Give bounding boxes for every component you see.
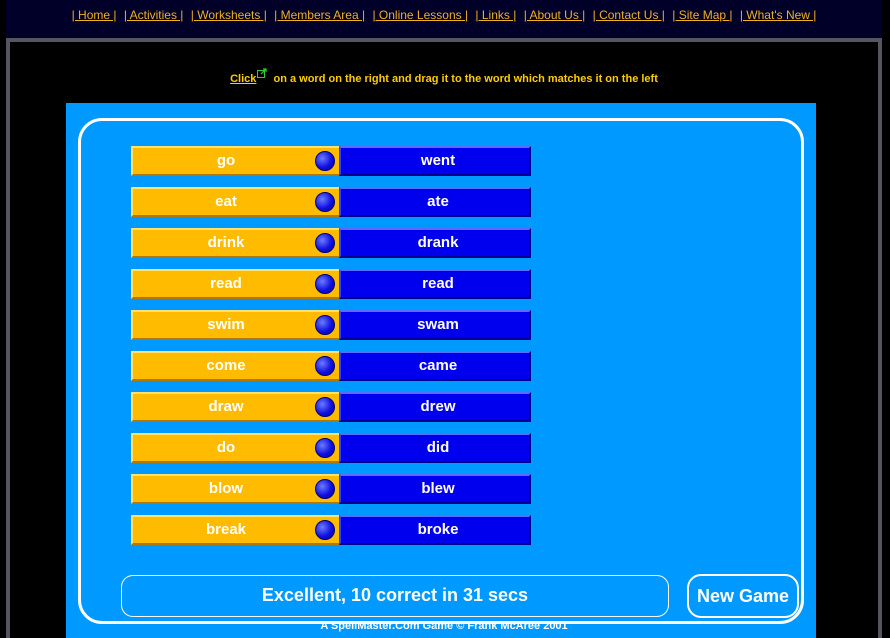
connector-knob-icon	[315, 274, 335, 294]
nav-link-about-us[interactable]: | About Us |	[524, 8, 586, 22]
word-pair: read read	[131, 269, 531, 299]
connector-knob-icon	[315, 438, 335, 458]
right-word-tile[interactable]: came	[339, 351, 531, 381]
click-link[interactable]: Click	[230, 73, 256, 85]
right-word-tile[interactable]: drank	[339, 228, 531, 258]
connector-knob-icon	[315, 479, 335, 499]
left-word-tile: swim	[131, 310, 341, 340]
frame-left-border	[6, 42, 10, 638]
right-word-tile[interactable]: ate	[339, 187, 531, 217]
word-pair: draw drew	[131, 392, 531, 422]
word-pair: eat ate	[131, 187, 531, 217]
left-word-tile: read	[131, 269, 341, 299]
word-pair: break broke	[131, 515, 531, 545]
left-word-tile: draw	[131, 392, 341, 422]
right-word-tile[interactable]: drew	[339, 392, 531, 422]
nav-link-home[interactable]: | Home |	[72, 8, 117, 22]
instruction-rest: on a word on the right and drag it to th…	[273, 73, 658, 85]
nav-link-site-map[interactable]: | Site Map |	[672, 8, 732, 22]
word-pair: go went	[131, 146, 531, 176]
left-word-tile: do	[131, 433, 341, 463]
word-pair: drink drank	[131, 228, 531, 258]
right-word-tile[interactable]: did	[339, 433, 531, 463]
nav-link-whats-new[interactable]: | What's New |	[740, 8, 817, 22]
word-pair: do did	[131, 433, 531, 463]
top-navigation: | Home | | Activities | | Worksheets | |…	[6, 0, 882, 42]
word-pair: swim swam	[131, 310, 531, 340]
left-word-tile: come	[131, 351, 341, 381]
left-word-tile: drink	[131, 228, 341, 258]
word-pair: come came	[131, 351, 531, 381]
right-word-tile[interactable]: read	[339, 269, 531, 299]
connector-knob-icon	[315, 520, 335, 540]
nav-link-online-lessons[interactable]: | Online Lessons |	[372, 8, 468, 22]
game-area: go went eat ate drink drank read read sw…	[66, 103, 816, 638]
nav-links: | Home | | Activities | | Worksheets | |…	[6, 8, 882, 22]
left-word-tile: go	[131, 146, 341, 176]
left-word-tile: blow	[131, 474, 341, 504]
nav-link-links[interactable]: | Links |	[475, 8, 516, 22]
right-word-tile[interactable]: broke	[339, 515, 531, 545]
external-link-icon	[257, 68, 268, 78]
instruction-text: Click on a word on the right and drag it…	[10, 68, 878, 85]
new-game-button[interactable]: New Game	[687, 574, 799, 618]
left-word-tile: eat	[131, 187, 341, 217]
right-word-tile[interactable]: blew	[339, 474, 531, 504]
connector-knob-icon	[315, 151, 335, 171]
left-word-tile: break	[131, 515, 341, 545]
right-word-tile[interactable]: went	[339, 146, 531, 176]
connector-knob-icon	[315, 397, 335, 417]
result-status: Excellent, 10 correct in 31 secs	[121, 575, 669, 617]
nav-link-worksheets[interactable]: | Worksheets |	[191, 8, 267, 22]
nav-link-contact-us[interactable]: | Contact Us |	[593, 8, 665, 22]
connector-knob-icon	[315, 315, 335, 335]
right-word-tile[interactable]: swam	[339, 310, 531, 340]
nav-link-members-area[interactable]: | Members Area |	[274, 8, 365, 22]
nav-link-activities[interactable]: | Activities |	[124, 8, 184, 22]
game-board: go went eat ate drink drank read read sw…	[78, 118, 804, 632]
connector-knob-icon	[315, 192, 335, 212]
word-pair: blow blew	[131, 474, 531, 504]
connector-knob-icon	[315, 233, 335, 253]
connector-knob-icon	[315, 356, 335, 376]
frame-right-border	[878, 42, 882, 638]
credit-text: A SpellMaster.Com Game © Frank McAree 20…	[320, 620, 568, 632]
